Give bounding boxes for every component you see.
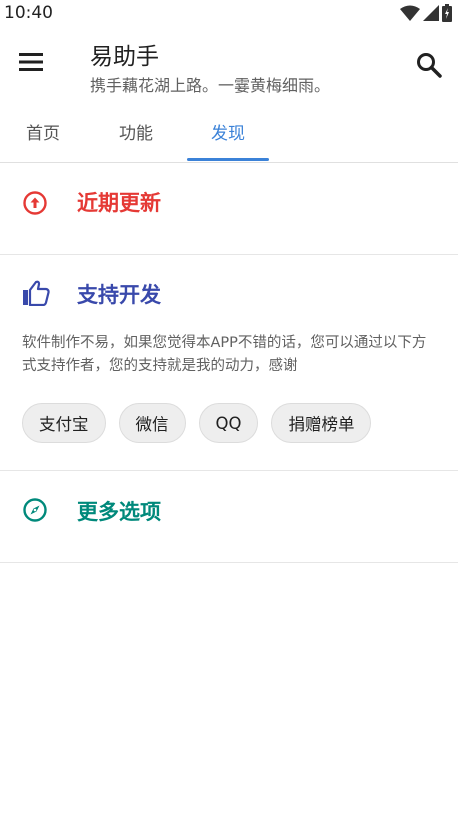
more-section: 更多选项 (0, 471, 458, 563)
search-button[interactable] (414, 50, 444, 80)
updates-row[interactable]: 近期更新 (0, 172, 458, 232)
status-icons (400, 4, 452, 22)
status-time: 10:40 (4, 3, 53, 23)
app-bar: 易助手 携手藕花湖上路。一霎黄梅细雨。 (0, 26, 458, 100)
menu-button[interactable] (16, 50, 46, 74)
donation-rank-chip[interactable]: 捐赠榜单 (271, 403, 372, 443)
app-subtitle: 携手藕花湖上路。一霎黄梅细雨。 (90, 76, 331, 95)
arrow-up-circle-icon (23, 191, 47, 215)
tab-features-label: 功能 (119, 123, 153, 144)
compass-icon (23, 498, 47, 522)
thumb-up-icon (23, 280, 50, 306)
more-title: 更多选项 (77, 500, 161, 524)
updates-section: 近期更新 (0, 164, 458, 255)
tab-bar: 首页 功能 发现 (0, 100, 458, 163)
menu-icon (19, 53, 43, 71)
status-bar: 10:40 (0, 0, 458, 26)
support-row: 支持开发 (0, 264, 458, 324)
support-title: 支持开发 (77, 283, 161, 307)
wifi-icon (400, 5, 420, 21)
tab-home-label: 首页 (26, 123, 60, 144)
app-title: 易助手 (90, 44, 159, 70)
support-description: 软件制作不易，如果您觉得本APP不错的话，您可以通过以下方式支持作者，您的支持就… (22, 335, 427, 374)
support-options: 支付宝 微信 QQ 捐赠榜单 (22, 403, 372, 443)
support-section: 支持开发 软件制作不易，如果您觉得本APP不错的话，您可以通过以下方式支持作者，… (0, 255, 458, 471)
tab-features[interactable]: 功能 (93, 100, 179, 162)
signal-icon (423, 5, 439, 21)
qq-chip[interactable]: QQ (198, 403, 259, 443)
alipay-chip[interactable]: 支付宝 (22, 403, 106, 443)
more-options-row[interactable]: 更多选项 (0, 481, 458, 541)
battery-icon (442, 4, 452, 22)
tab-discover[interactable]: 发现 (187, 100, 269, 162)
updates-title: 近期更新 (77, 191, 161, 215)
search-icon (417, 53, 442, 78)
tab-discover-label: 发现 (211, 123, 245, 144)
tab-indicator (187, 158, 269, 161)
wechat-chip[interactable]: 微信 (118, 403, 186, 443)
tab-home[interactable]: 首页 (0, 100, 86, 162)
